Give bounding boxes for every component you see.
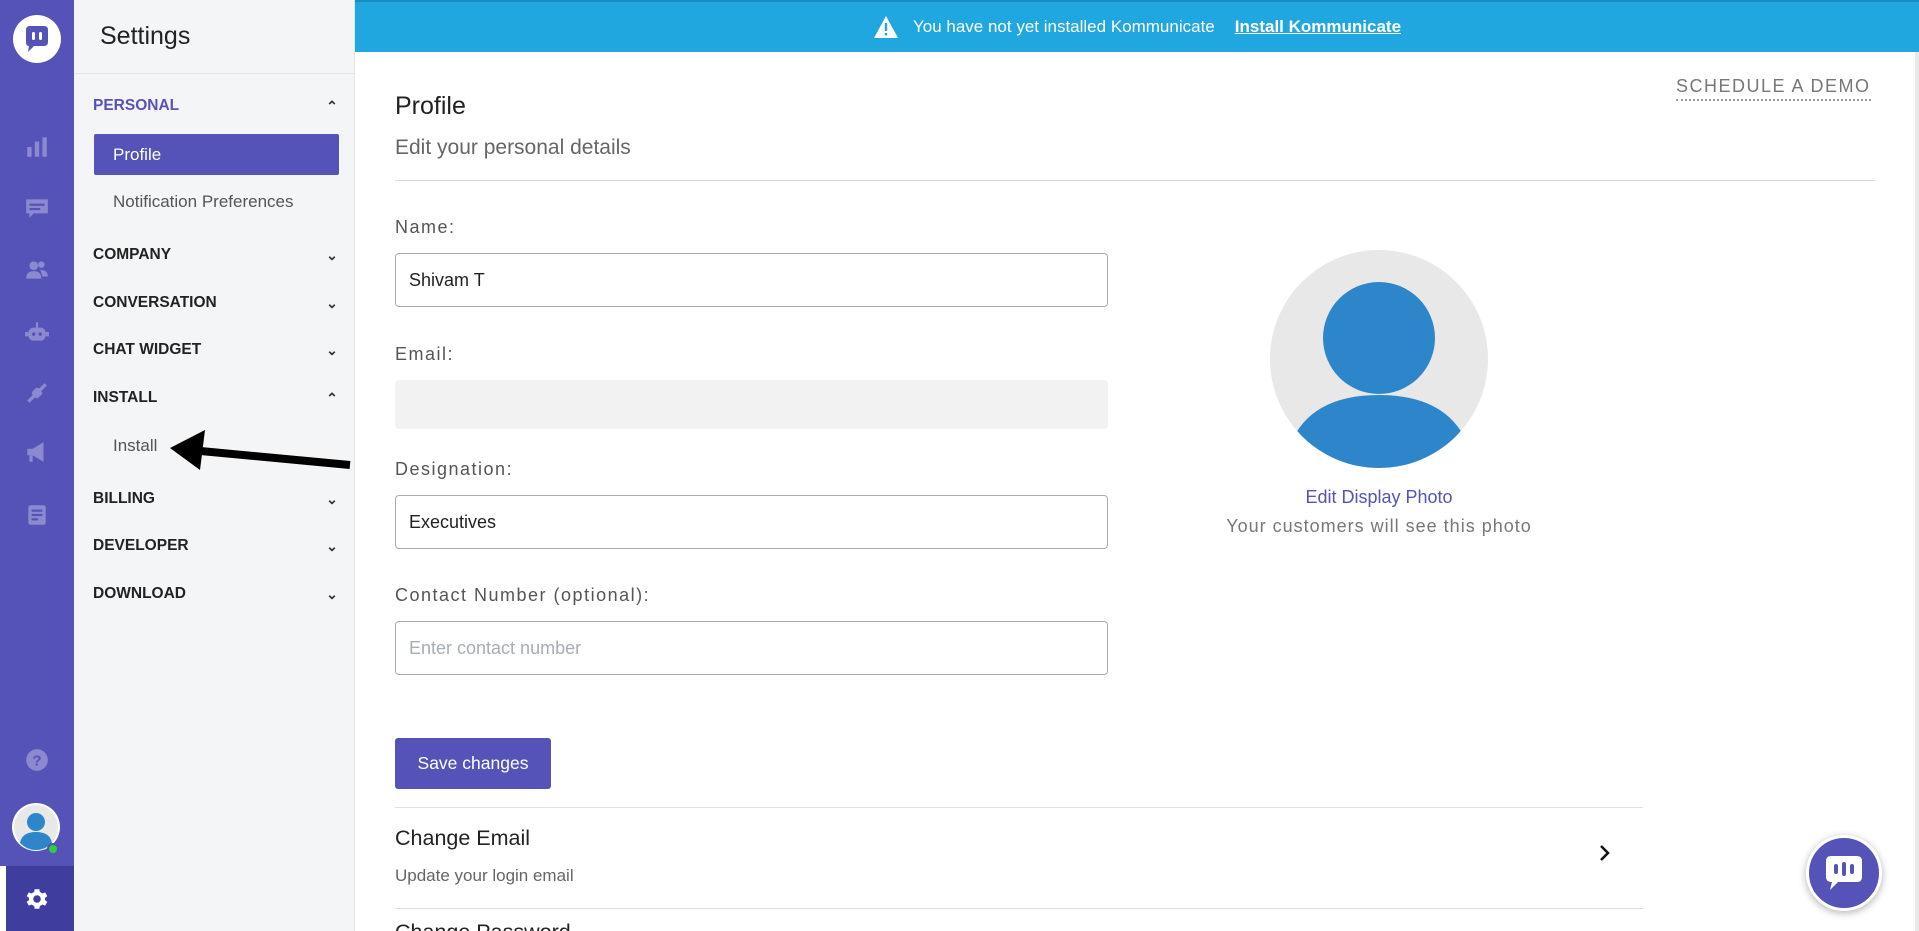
chat-launcher-button[interactable] (1806, 835, 1882, 911)
designation-field[interactable]: Executives (395, 495, 1108, 549)
warning-icon (873, 16, 898, 38)
contact-number-label: Contact Number (optional): (395, 585, 651, 605)
chevron-down-icon: ⌄ (326, 537, 338, 554)
analytics-icon[interactable] (22, 132, 52, 162)
sidebar-title: Settings (74, 0, 354, 74)
settings-nav-active[interactable] (0, 866, 74, 931)
section-conversation[interactable]: CONVERSATION ⌄ (93, 288, 339, 318)
save-changes-button[interactable]: Save changes (395, 738, 551, 789)
campaigns-icon[interactable] (22, 437, 52, 467)
svg-text:?: ? (32, 752, 41, 769)
scrollbar[interactable] (1915, 52, 1919, 931)
reports-icon[interactable] (22, 500, 52, 530)
section-personal[interactable]: PERSONAL ⌃ (93, 91, 339, 121)
email-label: Email: (395, 344, 455, 364)
section-label: PERSONAL (93, 97, 180, 114)
install-warning-banner: You have not yet installed Kommunicate I… (355, 0, 1919, 52)
chevron-down-icon: ⌄ (326, 490, 338, 507)
section-chat-widget[interactable]: CHAT WIDGET ⌄ (93, 335, 339, 365)
divider (395, 807, 1643, 808)
schedule-demo-link[interactable]: SCHEDULE A DEMO (1676, 76, 1871, 101)
section-label: CHAT WIDGET (93, 341, 202, 358)
chevron-down-icon: ⌄ (326, 246, 338, 263)
change-password-title[interactable]: Change Password (395, 920, 571, 931)
section-label: DOWNLOAD (93, 585, 186, 602)
page-title: Profile (395, 92, 466, 120)
name-label: Name: (395, 217, 456, 237)
divider (395, 180, 1875, 181)
conversations-icon[interactable] (22, 193, 52, 223)
section-label: COMPANY (93, 246, 172, 263)
display-photo[interactable] (1270, 250, 1488, 468)
section-label: INSTALL (93, 389, 158, 406)
change-email-subtitle: Update your login email (395, 866, 574, 885)
annotation-arrow (170, 430, 351, 470)
edit-display-photo-link[interactable]: Edit Display Photo (1200, 487, 1558, 508)
icon-rail: ? (0, 0, 74, 931)
avatar-placeholder-icon (1290, 282, 1468, 468)
section-download[interactable]: DOWNLOAD ⌄ (93, 579, 339, 609)
chevron-down-icon: ⌄ (326, 341, 338, 358)
photo-hint: Your customers will see this photo (1226, 516, 1532, 536)
page-subtitle: Edit your personal details (395, 136, 631, 159)
sidebar-item-notification-preferences[interactable]: Notification Preferences (94, 181, 339, 222)
change-email-title[interactable]: Change Email (395, 826, 530, 851)
chevron-up-icon: ⌃ (326, 97, 338, 114)
chevron-down-icon: ⌄ (326, 294, 338, 311)
chevron-up-icon: ⌃ (326, 389, 338, 406)
settings-icon (26, 889, 48, 909)
section-label: DEVELOPER (93, 537, 189, 554)
bot-icon[interactable] (22, 317, 52, 347)
chevron-right-icon[interactable] (1594, 843, 1614, 863)
sidebar-item-profile[interactable]: Profile (94, 134, 339, 175)
contact-number-field[interactable]: Enter contact number (395, 621, 1108, 675)
chat-bubble-icon (1826, 856, 1862, 890)
section-install[interactable]: INSTALL ⌃ (93, 383, 339, 413)
section-billing[interactable]: BILLING ⌄ (93, 484, 339, 514)
install-kommunicate-link[interactable]: Install Kommunicate (1235, 17, 1401, 37)
email-field (395, 380, 1108, 429)
chat-logo-icon[interactable] (13, 15, 61, 63)
name-field[interactable]: Shivam T (395, 253, 1108, 307)
help-icon[interactable]: ? (22, 745, 52, 775)
online-status-dot (47, 843, 59, 855)
banner-message: You have not yet installed Kommunicate (912, 17, 1215, 36)
designation-label: Designation: (395, 459, 514, 479)
section-company[interactable]: COMPANY ⌄ (93, 240, 339, 270)
section-label: BILLING (93, 490, 155, 507)
chevron-down-icon: ⌄ (326, 585, 338, 602)
divider (395, 908, 1643, 909)
section-label: CONVERSATION (93, 294, 217, 311)
integrations-icon[interactable] (22, 378, 52, 408)
users-icon[interactable] (22, 255, 52, 285)
section-developer[interactable]: DEVELOPER ⌄ (93, 531, 339, 561)
